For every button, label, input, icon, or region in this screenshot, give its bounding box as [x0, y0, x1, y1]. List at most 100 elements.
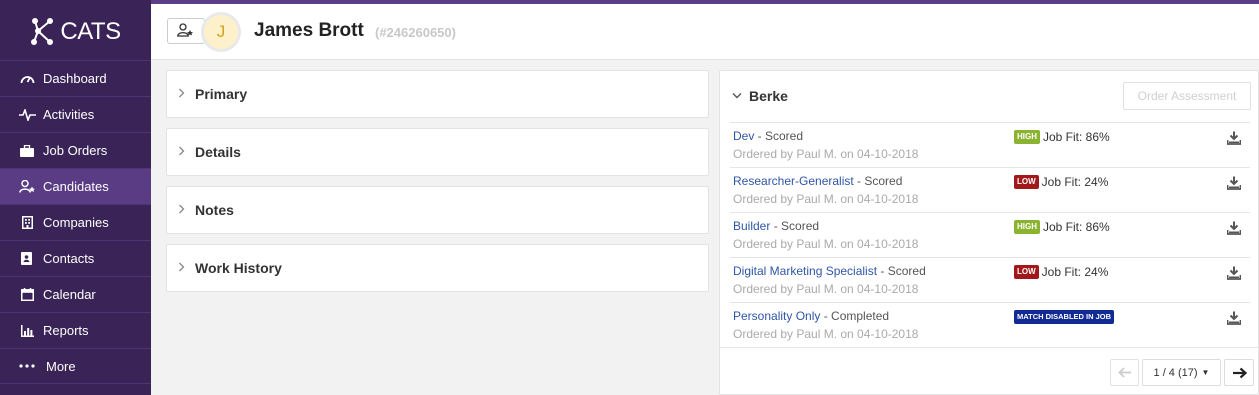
avatar: J	[201, 12, 241, 52]
fit-badge: LOW	[1014, 175, 1039, 189]
page-title: James Brott	[254, 20, 364, 41]
chevron-right-icon	[178, 261, 195, 275]
assessment-name: Personality Only - Completed	[733, 309, 889, 323]
section-title: Primary	[195, 86, 248, 102]
sidebar-item-label: Job Orders	[43, 143, 108, 158]
sidebar-item-calendar[interactable]: Calendar	[0, 276, 151, 312]
assessments-header: Berke Order Assessment	[720, 71, 1259, 122]
sidebar-item-candidates[interactable]: Candidates	[0, 168, 151, 204]
ellipsis-icon	[18, 358, 36, 374]
sidebar-item-label: Companies	[43, 215, 109, 230]
pagination: 1 / 4 (17) ▼	[720, 347, 1259, 395]
previous-page-button[interactable]	[1110, 359, 1139, 386]
assessment-row: Personality Only - Completed Ordered by P…	[730, 302, 1250, 347]
sidebar-item-label: Activities	[43, 107, 95, 122]
job-fit-score: Job Fit: 86%	[1043, 220, 1110, 234]
job-fit: MATCH DISABLED IN JOB	[1014, 310, 1117, 324]
assessment-link[interactable]: Researcher-Generalist	[733, 174, 854, 188]
section-details[interactable]: Details	[166, 128, 709, 176]
download-icon[interactable]	[1226, 221, 1242, 240]
page-select[interactable]: 1 / 4 (17) ▼	[1142, 359, 1221, 386]
download-icon[interactable]	[1226, 266, 1242, 285]
assessment-link[interactable]: Personality Only	[733, 309, 820, 323]
assessment-status: - Scored	[754, 129, 804, 143]
bar-chart-icon	[18, 323, 36, 339]
sidebar-item-activities[interactable]: Activities	[0, 96, 151, 132]
sidebar-item-companies[interactable]: Companies	[0, 204, 151, 240]
fit-badge: LOW	[1014, 265, 1039, 279]
assessment-status: - Completed	[820, 309, 890, 323]
chevron-right-icon	[178, 87, 195, 101]
download-icon[interactable]	[1226, 311, 1242, 330]
activity-pulse-icon	[18, 107, 36, 123]
user-star-icon	[18, 179, 36, 195]
assessment-ordered-by: Ordered by Paul M. on 04-10-2018	[733, 282, 919, 296]
section-title: Details	[195, 144, 241, 160]
order-assessment-button[interactable]: Order Assessment	[1123, 82, 1251, 110]
assessment-status: - Scored	[877, 264, 926, 278]
job-fit-score: Job Fit: 86%	[1043, 130, 1110, 144]
section-work-history[interactable]: Work History	[166, 244, 709, 292]
assessment-ordered-by: Ordered by Paul M. on 04-10-2018	[733, 147, 919, 161]
sidebar-item-label: Reports	[43, 323, 89, 338]
briefcase-icon	[18, 143, 36, 159]
sidebar-item-label: Calendar	[43, 287, 96, 302]
job-fit: LOW Job Fit: 24%	[1014, 175, 1108, 189]
fit-badge: MATCH DISABLED IN JOB	[1014, 310, 1115, 324]
follow-candidate-button[interactable]	[167, 18, 205, 44]
job-fit-score: Job Fit: 24%	[1041, 175, 1109, 189]
candidate-id: (#246260650)	[375, 25, 456, 40]
assessment-row: Digital Marketing Specialist - Scored Ord…	[730, 257, 1250, 302]
download-icon[interactable]	[1226, 131, 1242, 150]
assessment-status: - Scored	[770, 219, 820, 233]
assessment-ordered-by: Ordered by Paul M. on 04-10-2018	[733, 192, 919, 206]
download-icon[interactable]	[1226, 176, 1242, 195]
next-page-button[interactable]	[1224, 359, 1254, 386]
job-fit-score: Job Fit: 24%	[1041, 265, 1109, 279]
section-title: Notes	[195, 202, 234, 218]
avatar-initial: J	[204, 15, 238, 49]
calendar-icon	[18, 287, 36, 303]
assessment-row: Researcher-Generalist - Scored Ordered by…	[730, 167, 1250, 212]
assessment-ordered-by: Ordered by Paul M. on 04-10-2018	[733, 327, 919, 341]
sidebar-item-reports[interactable]: Reports	[0, 312, 151, 348]
section-primary[interactable]: Primary	[166, 70, 709, 118]
assessments-title: Berke	[749, 88, 788, 104]
assessment-name: Builder - Scored	[733, 219, 819, 233]
job-fit: LOW Job Fit: 24%	[1014, 265, 1108, 279]
chevron-right-icon	[178, 145, 195, 159]
sidebar-item-dashboard[interactable]: Dashboard	[0, 60, 151, 96]
assessment-row: Builder - Scored Ordered by Paul M. on 04…	[730, 212, 1250, 257]
sidebar-item-job-orders[interactable]: Job Orders	[0, 132, 151, 168]
assessments-panel: Berke Order Assessment Dev - Scored Order…	[719, 70, 1259, 395]
candidate-header: J James Brott (#246260650)	[151, 4, 1259, 60]
section-title: Work History	[195, 260, 282, 276]
fit-badge: HIGH	[1014, 130, 1040, 144]
assessment-link[interactable]: Dev	[733, 129, 754, 143]
sidebar-item-label: More	[46, 358, 76, 374]
address-book-icon	[18, 251, 36, 267]
arrow-right-icon	[1232, 367, 1247, 378]
section-notes[interactable]: Notes	[166, 186, 709, 234]
assessment-link[interactable]: Digital Marketing Specialist	[733, 264, 877, 278]
assessment-status: - Scored	[853, 174, 903, 188]
sidebar-item-more[interactable]: More	[0, 348, 151, 384]
fit-badge: HIGH	[1014, 220, 1040, 234]
sidebar: CATS Dashboard Activities Job Orders Can…	[0, 0, 151, 395]
job-fit: HIGH Job Fit: 86%	[1014, 130, 1110, 144]
page-select-value: 1 / 4 (17)	[1153, 366, 1198, 379]
cats-logo[interactable]: CATS	[0, 0, 151, 59]
sidebar-item-label: Contacts	[43, 251, 95, 266]
building-icon	[18, 215, 36, 231]
caret-down-icon: ▼	[1201, 368, 1210, 377]
chevron-right-icon	[178, 203, 195, 217]
job-fit: HIGH Job Fit: 86%	[1014, 220, 1110, 234]
dashboard-icon	[18, 71, 36, 87]
arrow-left-icon	[1117, 367, 1131, 378]
user-star-icon	[177, 22, 193, 40]
sidebar-item-contacts[interactable]: Contacts	[0, 240, 151, 276]
sidebar-item-label: Dashboard	[43, 71, 107, 86]
cats-logo-icon	[31, 17, 54, 45]
chevron-down-icon[interactable]	[732, 88, 742, 102]
assessment-link[interactable]: Builder	[733, 219, 770, 233]
